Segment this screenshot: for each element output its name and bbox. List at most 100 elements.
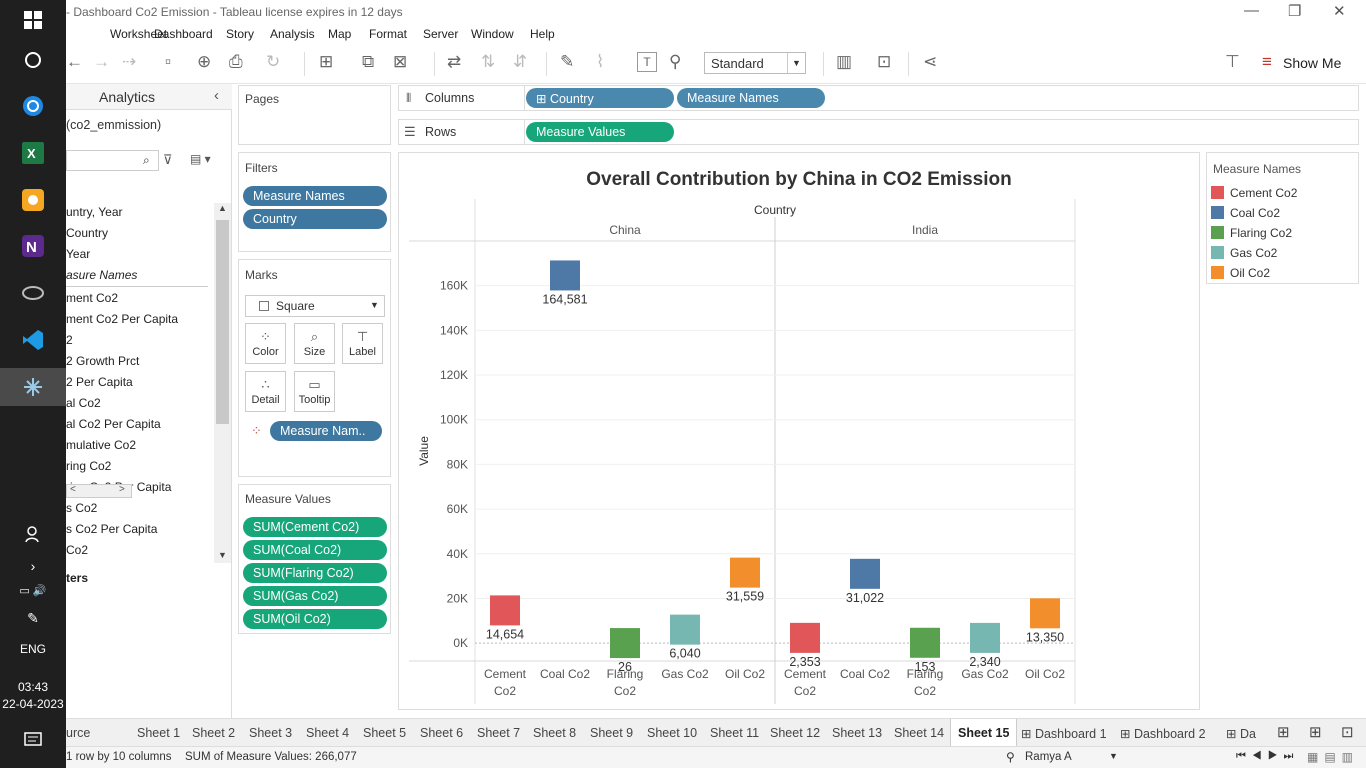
legend-item-coal[interactable]: Coal Co2 bbox=[1211, 206, 1280, 220]
field-country-year[interactable]: untry, Year bbox=[66, 205, 122, 219]
tab-sheet-7[interactable]: Sheet 7 bbox=[477, 719, 520, 747]
tab-data-source[interactable]: urce bbox=[66, 719, 90, 747]
scroll-up-icon[interactable]: ▲ bbox=[218, 203, 227, 213]
tab-sheet-15[interactable]: Sheet 15 bbox=[950, 719, 1018, 747]
field-year[interactable]: Year bbox=[66, 247, 90, 261]
menu-format[interactable]: Format bbox=[369, 27, 407, 41]
tab-sheet-6[interactable]: Sheet 6 bbox=[420, 719, 463, 747]
scroll-left-icon[interactable]: < bbox=[70, 484, 76, 495]
detail-button[interactable]: ∴ Detail bbox=[245, 371, 286, 412]
field-co2-growth-prct[interactable]: 2 Growth Prct bbox=[66, 354, 139, 368]
legend-item-oil[interactable]: Oil Co2 bbox=[1211, 266, 1270, 280]
tab-sheet-5[interactable]: Sheet 5 bbox=[363, 719, 406, 747]
format-painter-icon[interactable]: ⊤ bbox=[1225, 52, 1240, 72]
highlight-icon[interactable]: ✎ bbox=[560, 52, 574, 72]
forward-arrow-icon[interactable]: → bbox=[93, 52, 110, 72]
search-circle-icon[interactable] bbox=[17, 46, 49, 74]
people-icon[interactable] bbox=[17, 520, 49, 548]
tab-sheet-8[interactable]: Sheet 8 bbox=[533, 719, 576, 747]
new-datasource-icon[interactable]: ⊕ bbox=[197, 52, 211, 72]
search-input[interactable]: ⌕ bbox=[66, 150, 159, 171]
presentation-mode-icon[interactable]: ⊡ bbox=[877, 52, 891, 72]
tableau-taskbar-icon[interactable] bbox=[0, 368, 66, 406]
new-sheet-icon[interactable]: ⊞ bbox=[1277, 719, 1290, 747]
measure-pill-oil[interactable]: SUM(Oil Co2) bbox=[243, 609, 387, 629]
scroll-right-icon[interactable]: > bbox=[119, 484, 125, 495]
menu-server[interactable]: Server bbox=[423, 27, 458, 41]
menu-map[interactable]: Map bbox=[328, 27, 351, 41]
mark-type-dropdown[interactable]: Square ▼ bbox=[245, 295, 385, 317]
app-gray-icon[interactable] bbox=[17, 279, 49, 307]
sheet-navigation-icons[interactable]: ⏮◀▶⏭ bbox=[1236, 750, 1299, 763]
measure-pill-coal[interactable]: SUM(Coal Co2) bbox=[243, 540, 387, 560]
filter-icon[interactable]: ⊽ bbox=[163, 152, 173, 168]
redo-dropdown-icon[interactable]: ⇢ bbox=[122, 52, 136, 72]
measure-pill-gas[interactable]: SUM(Gas Co2) bbox=[243, 586, 387, 606]
app-purple-icon[interactable]: N bbox=[17, 232, 49, 260]
legend-item-gas[interactable]: Gas Co2 bbox=[1211, 246, 1277, 260]
windows-start-icon[interactable] bbox=[17, 6, 49, 34]
swap-rows-columns-icon[interactable]: ⇄ bbox=[447, 52, 461, 72]
clock-date[interactable]: 22-04-2023 bbox=[0, 697, 66, 711]
filter-pill-country[interactable]: Country bbox=[243, 209, 387, 229]
rows-shelf[interactable]: ☰ Rows Measure Values bbox=[398, 119, 1359, 145]
language-indicator[interactable]: ENG bbox=[0, 642, 66, 656]
tab-dashboard-1[interactable]: ⊞ Dashboard 1 bbox=[1021, 719, 1107, 747]
tab-sheet-3[interactable]: Sheet 3 bbox=[249, 719, 292, 747]
field-gas-co2-per-capita[interactable]: s Co2 Per Capita bbox=[66, 522, 157, 536]
battery-volume-icon[interactable]: ▭ 🔊 bbox=[17, 576, 49, 604]
status-user[interactable]: Ramya A bbox=[1025, 751, 1072, 763]
field-coal-co2-per-capita[interactable]: al Co2 Per Capita bbox=[66, 417, 161, 431]
field-cement-co2-per-capita[interactable]: ment Co2 Per Capita bbox=[66, 312, 178, 326]
datasource-name[interactable]: (co2_emmission) bbox=[66, 118, 161, 132]
sort-ascending-icon[interactable]: ⇅ bbox=[481, 52, 495, 72]
horizontal-scrollbar[interactable]: < > bbox=[66, 484, 132, 498]
tab-sheet-2[interactable]: Sheet 2 bbox=[192, 719, 235, 747]
menu-window[interactable]: Window bbox=[471, 27, 514, 41]
excel-icon[interactable]: X bbox=[17, 139, 49, 167]
legend-item-flaring[interactable]: Flaring Co2 bbox=[1211, 226, 1292, 240]
clock-time[interactable]: 03:43 bbox=[0, 680, 66, 694]
chevron-down-icon[interactable]: ▼ bbox=[787, 53, 805, 73]
show-mark-labels-icon[interactable]: T bbox=[637, 52, 657, 72]
field-flaring-co2[interactable]: ring Co2 bbox=[66, 459, 111, 473]
minimize-icon[interactable]: — bbox=[1244, 2, 1259, 19]
pin-axis-icon[interactable]: ⚲ bbox=[669, 52, 681, 72]
view-options-icon[interactable]: ▤ ▾ bbox=[190, 152, 211, 166]
new-dashboard-icon[interactable]: ⊞ bbox=[1309, 719, 1322, 747]
rows-pill-measure-values[interactable]: Measure Values bbox=[526, 122, 674, 142]
refresh-icon[interactable]: ↻ bbox=[266, 52, 280, 72]
new-story-icon[interactable]: ⊡ bbox=[1341, 719, 1354, 747]
field-cumulative-co2[interactable]: mulative Co2 bbox=[66, 438, 136, 452]
tab-sheet-13[interactable]: Sheet 13 bbox=[832, 719, 882, 747]
measure-pill-cement[interactable]: SUM(Cement Co2) bbox=[243, 517, 387, 537]
back-arrow-icon[interactable]: ← bbox=[66, 52, 83, 72]
legend-item-cement[interactable]: Cement Co2 bbox=[1211, 186, 1297, 200]
tab-sheet-12[interactable]: Sheet 12 bbox=[770, 719, 820, 747]
sort-descending-icon[interactable]: ⇵ bbox=[513, 52, 527, 72]
columns-pill-country[interactable]: ⊞ Country bbox=[526, 88, 674, 108]
sync-app-icon[interactable] bbox=[17, 92, 49, 120]
tab-sheet-14[interactable]: Sheet 14 bbox=[894, 719, 944, 747]
user-dropdown-icon[interactable]: ▼ bbox=[1109, 751, 1118, 761]
group-members-icon[interactable]: ⌇ bbox=[596, 52, 604, 72]
tab-sheet-9[interactable]: Sheet 9 bbox=[590, 719, 633, 747]
collapse-icon[interactable]: ‹ bbox=[214, 87, 219, 104]
notification-icon[interactable] bbox=[17, 726, 49, 754]
menu-story[interactable]: Story bbox=[226, 27, 254, 41]
pen-icon[interactable]: ✎ bbox=[17, 604, 49, 632]
duplicate-sheet-icon[interactable]: ⧉ bbox=[362, 52, 374, 72]
show-me-icon[interactable]: ≡ bbox=[1262, 52, 1272, 72]
fit-dropdown[interactable]: Standard ▼ bbox=[704, 52, 806, 74]
color-button[interactable]: ⁘ Color bbox=[245, 323, 286, 364]
save-icon[interactable]: ▫ bbox=[165, 52, 171, 72]
analytics-tab[interactable]: Analytics bbox=[99, 89, 155, 105]
restore-icon[interactable]: ❐ bbox=[1288, 2, 1301, 20]
menu-dashboard[interactable]: Dashboard bbox=[154, 27, 213, 41]
columns-pill-measure-names[interactable]: Measure Names bbox=[677, 88, 825, 108]
filter-pill-measure-names[interactable]: Measure Names bbox=[243, 186, 387, 206]
clear-sheet-icon[interactable]: ⊠ bbox=[393, 52, 407, 72]
show-cards-icon[interactable]: ▥ bbox=[836, 52, 852, 72]
size-button[interactable]: ⌕ Size bbox=[294, 323, 335, 364]
tab-dashboard-2[interactable]: ⊞ Dashboard 2 bbox=[1120, 719, 1206, 747]
